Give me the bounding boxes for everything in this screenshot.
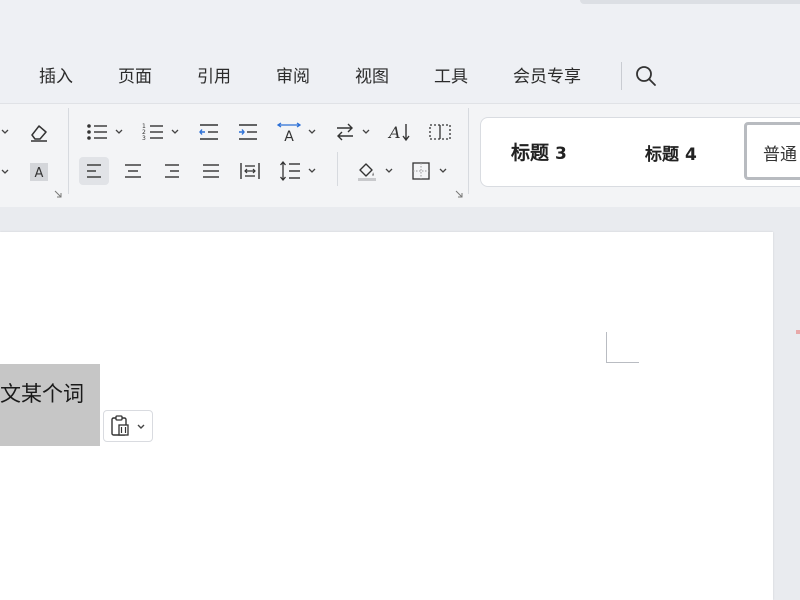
tab-tools[interactable]: 工具 bbox=[434, 64, 468, 90]
paint-bucket-icon bbox=[358, 163, 376, 181]
tab-review[interactable]: 审阅 bbox=[276, 64, 310, 90]
justify-icon bbox=[203, 164, 219, 178]
shading-button[interactable] bbox=[352, 157, 382, 185]
decrease-indent-button[interactable] bbox=[194, 118, 224, 146]
chevron-down-icon[interactable] bbox=[307, 127, 317, 137]
justify-button[interactable] bbox=[196, 157, 226, 185]
group-separator bbox=[337, 152, 338, 186]
character-shading-icon: A bbox=[30, 163, 48, 181]
style-heading-3-label: 标题 bbox=[511, 142, 550, 164]
style-heading-4-label: 标题 bbox=[645, 145, 679, 165]
style-heading-3-number: 3 bbox=[555, 144, 567, 164]
search-button[interactable] bbox=[632, 62, 660, 90]
distributed-align-button[interactable] bbox=[235, 157, 265, 185]
bullet-list-button[interactable] bbox=[82, 118, 112, 146]
columns-button[interactable] bbox=[425, 118, 455, 146]
svg-text:A: A bbox=[387, 123, 401, 142]
svg-text:A: A bbox=[284, 129, 294, 144]
style-normal[interactable]: 普通 bbox=[744, 122, 800, 180]
group-separator bbox=[68, 108, 69, 194]
outdent-icon bbox=[199, 124, 218, 140]
dialog-launcher-icon[interactable] bbox=[53, 189, 63, 199]
selected-text-highlight[interactable]: 文某个词 bbox=[0, 364, 100, 446]
svg-text:A: A bbox=[35, 166, 44, 181]
chevron-down-icon[interactable] bbox=[438, 166, 448, 176]
selected-text[interactable]: 文某个词 bbox=[0, 378, 84, 408]
scroll-marker bbox=[796, 330, 800, 334]
numbered-list-button[interactable]: 1 2 3 bbox=[138, 118, 168, 146]
tab-view[interactable]: 视图 bbox=[355, 64, 389, 90]
distributed-align-icon bbox=[240, 163, 260, 179]
margin-corner-mark bbox=[606, 332, 639, 363]
tab-insert[interactable]: 插入 bbox=[39, 64, 73, 90]
character-spacing-icon: A bbox=[276, 122, 302, 144]
char-spacing-button[interactable]: A bbox=[274, 118, 304, 146]
chevron-down-icon bbox=[137, 424, 145, 429]
chevron-down-icon[interactable] bbox=[114, 127, 124, 137]
style-normal-label: 普通 bbox=[763, 145, 797, 165]
chevron-down-icon[interactable] bbox=[0, 127, 10, 137]
align-center-button[interactable] bbox=[118, 157, 148, 185]
borders-button[interactable] bbox=[406, 157, 436, 185]
search-icon bbox=[636, 66, 656, 86]
group-separator bbox=[468, 108, 469, 194]
text-direction-icon bbox=[337, 123, 353, 141]
paste-options-button[interactable] bbox=[103, 410, 153, 442]
sort-icon: A bbox=[387, 123, 410, 142]
svg-text:3: 3 bbox=[142, 135, 146, 142]
style-heading-3[interactable]: 标题 3 bbox=[511, 138, 567, 165]
line-spacing-icon bbox=[280, 160, 300, 182]
style-heading-4-number: 4 bbox=[685, 145, 697, 165]
align-left-button[interactable] bbox=[79, 157, 109, 185]
columns-icon bbox=[429, 124, 451, 140]
indent-icon bbox=[239, 124, 257, 140]
numbered-list-icon: 1 2 3 bbox=[142, 123, 163, 142]
tab-page[interactable]: 页面 bbox=[118, 64, 152, 90]
chevron-down-icon[interactable] bbox=[384, 166, 394, 176]
chevron-down-icon[interactable] bbox=[0, 167, 10, 177]
chevron-down-icon[interactable] bbox=[361, 127, 371, 137]
text-direction-button[interactable] bbox=[330, 118, 360, 146]
char-shading-button[interactable]: A bbox=[24, 158, 54, 186]
style-heading-4[interactable]: 标题 4 bbox=[645, 140, 697, 165]
align-right-icon bbox=[165, 164, 179, 178]
clipboard-icon bbox=[111, 415, 129, 436]
menu-divider bbox=[621, 62, 622, 90]
eraser-icon bbox=[31, 125, 47, 142]
align-center-icon bbox=[125, 164, 141, 178]
tab-references[interactable]: 引用 bbox=[197, 64, 231, 90]
dialog-launcher-icon[interactable] bbox=[454, 189, 464, 199]
window-strip bbox=[580, 0, 800, 4]
line-spacing-button[interactable] bbox=[275, 157, 305, 185]
bullet-list-icon bbox=[87, 124, 107, 140]
clear-format-button[interactable] bbox=[24, 118, 54, 146]
chevron-down-icon[interactable] bbox=[307, 166, 317, 176]
align-right-button[interactable] bbox=[157, 157, 187, 185]
tab-member[interactable]: 会员专享 bbox=[513, 64, 581, 90]
border-icon bbox=[412, 162, 430, 180]
chevron-down-icon[interactable] bbox=[170, 127, 180, 137]
sort-button[interactable]: A bbox=[385, 118, 415, 146]
increase-indent-button[interactable] bbox=[233, 118, 263, 146]
align-left-icon bbox=[87, 164, 101, 178]
